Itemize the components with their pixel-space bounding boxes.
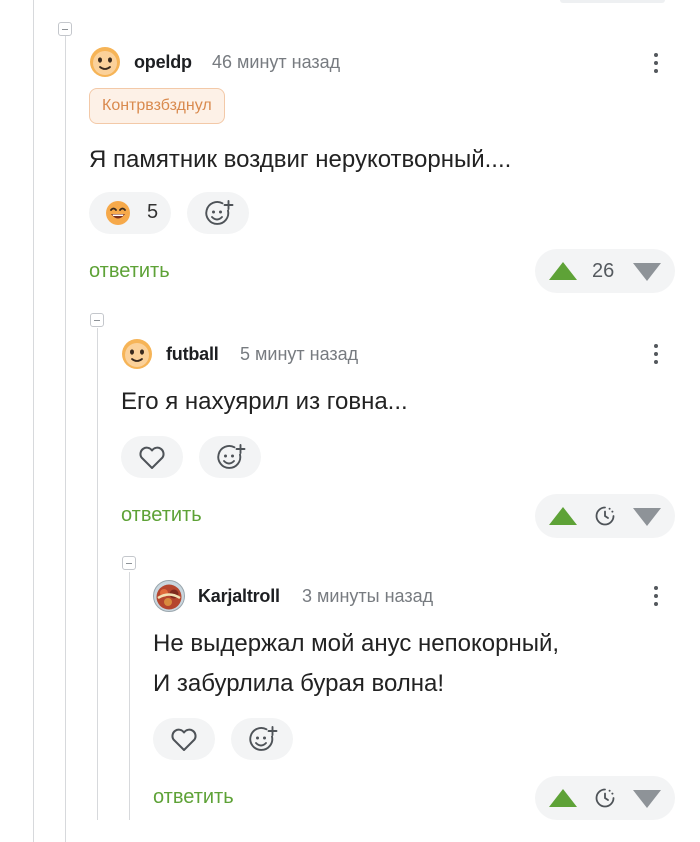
reply-link[interactable]: ответить: [121, 504, 202, 527]
thread-line-level-0: [33, 0, 34, 842]
vote-box: [535, 776, 675, 820]
comment-text-line-1: Не выдержал мой анус непокорный,: [153, 630, 560, 657]
downvote-icon[interactable]: [633, 263, 661, 281]
add-reaction-button[interactable]: [199, 436, 261, 478]
comment-text: Я памятник воздвиг нерукотворный....: [89, 146, 512, 173]
downvote-icon[interactable]: [633, 790, 661, 808]
collapse-thread-button[interactable]: [58, 22, 72, 36]
add-reaction-button[interactable]: [231, 718, 293, 760]
more-options-icon[interactable]: [644, 582, 668, 610]
username[interactable]: futball: [166, 344, 219, 365]
more-options-icon[interactable]: [644, 340, 668, 368]
comment-text: Его я нахуярил из говна...: [121, 388, 408, 415]
clock-icon: [594, 505, 616, 527]
like-button[interactable]: [153, 718, 215, 760]
thread-line-level-3[interactable]: [129, 572, 130, 820]
grinning-emoji-icon: [105, 200, 131, 226]
heart-icon: [170, 728, 198, 752]
reply-link[interactable]: ответить: [153, 786, 234, 809]
downvote-icon[interactable]: [633, 508, 661, 526]
rating-count: 26: [592, 260, 615, 282]
like-button[interactable]: [121, 436, 183, 478]
add-reaction-button[interactable]: [187, 192, 249, 234]
avatar-face-icon: [122, 339, 152, 369]
add-emoji-icon: [248, 726, 278, 754]
upvote-icon[interactable]: [549, 789, 577, 807]
upvote-icon[interactable]: [549, 262, 577, 280]
collapse-thread-button[interactable]: [122, 556, 136, 570]
avatar[interactable]: [89, 46, 121, 78]
comment-timestamp[interactable]: 46 минут назад: [212, 52, 340, 73]
upvote-icon[interactable]: [549, 507, 577, 525]
thread-line-level-2[interactable]: [97, 328, 98, 820]
avatar-image-icon: [153, 580, 185, 612]
clock-icon: [594, 787, 616, 809]
reaction-button[interactable]: 5: [89, 192, 171, 234]
more-options-icon[interactable]: [644, 49, 668, 77]
collapse-thread-button[interactable]: [90, 313, 104, 327]
previous-card-edge: [560, 0, 665, 3]
vote-box: [535, 494, 675, 538]
avatar[interactable]: [153, 580, 185, 612]
add-emoji-icon: [216, 444, 246, 472]
reaction-count: 5: [147, 201, 159, 223]
thread-line-level-1[interactable]: [65, 36, 66, 842]
username[interactable]: Karjaltroll: [198, 586, 280, 607]
username[interactable]: opeldp: [134, 52, 192, 73]
avatar-face-icon: [90, 47, 120, 77]
comment-timestamp[interactable]: 5 минут назад: [240, 344, 358, 365]
reply-link[interactable]: ответить: [89, 260, 170, 283]
avatar[interactable]: [121, 338, 153, 370]
comment-text-line-2: И забурлила бурая волна!: [153, 670, 445, 697]
heart-icon: [138, 446, 166, 470]
user-badge[interactable]: Контрвзбзднул: [89, 88, 225, 124]
vote-box: 26: [535, 249, 675, 293]
comment-timestamp[interactable]: 3 минуты назад: [302, 586, 433, 607]
add-emoji-icon: [204, 200, 234, 228]
